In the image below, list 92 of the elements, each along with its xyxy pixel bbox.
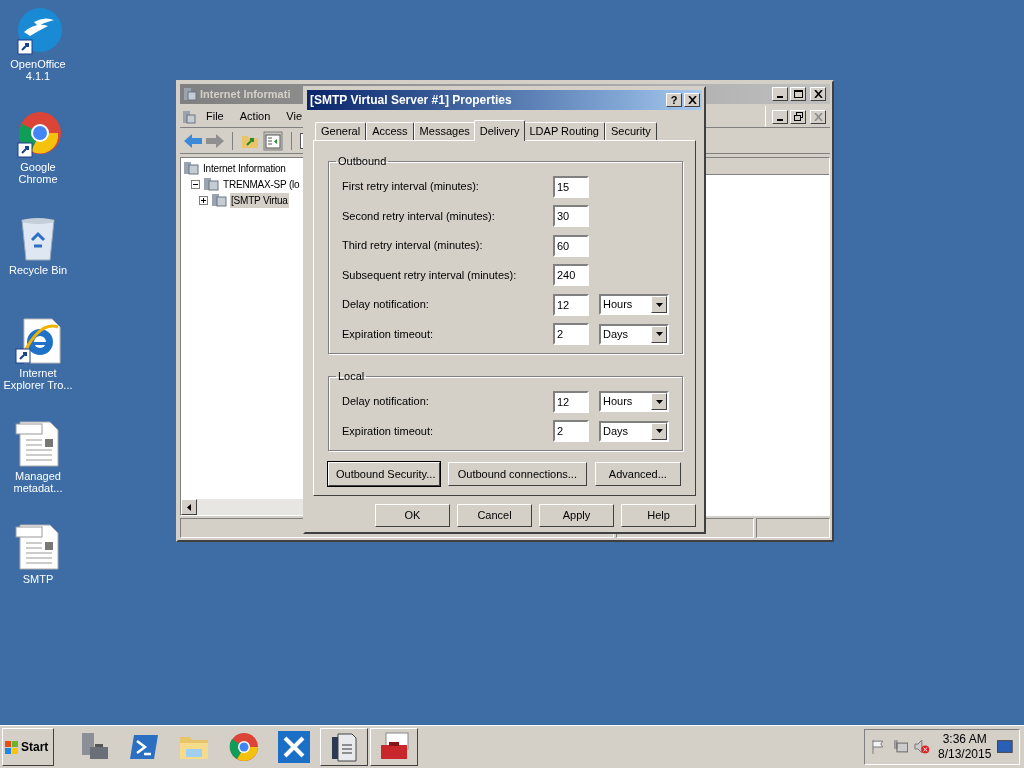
tree-item[interactable]: TRENMAX-SP (lo xyxy=(222,176,301,192)
dialog-button[interactable]: Cancel xyxy=(457,504,532,527)
field-label: Expiration timeout: xyxy=(342,326,435,342)
field-label: Delay notification: xyxy=(342,394,430,410)
close-button[interactable] xyxy=(810,87,826,101)
close-button[interactable] xyxy=(684,93,700,107)
dialog-title: [SMTP Virtual Server #1] Properties xyxy=(310,92,512,109)
collapse-icon[interactable] xyxy=(191,179,200,189)
close-icon xyxy=(813,90,823,98)
number-field[interactable]: 240 xyxy=(553,264,589,286)
desktop-icon-label[interactable]: SMTP xyxy=(0,573,76,585)
number-field[interactable]: 30 xyxy=(553,205,589,227)
unit-dropdown[interactable]: Hours xyxy=(599,391,669,412)
chrome-icon[interactable] xyxy=(228,731,260,763)
dialog-button[interactable]: Help xyxy=(621,504,696,527)
maximize-icon xyxy=(793,90,803,98)
expand-icon[interactable] xyxy=(199,195,208,205)
server-icon xyxy=(183,161,199,175)
close-button[interactable] xyxy=(810,109,826,124)
field-label: Delay notification: xyxy=(342,297,430,313)
speaker-muted-icon[interactable] xyxy=(914,739,930,755)
desktop-icon-label[interactable]: Managed metadat... xyxy=(0,470,76,494)
dialog-button[interactable]: OK xyxy=(375,504,450,527)
number-field[interactable]: 2 xyxy=(553,420,589,442)
dialog-button[interactable]: Apply xyxy=(539,504,614,527)
action-button[interactable]: Outbound connections... xyxy=(448,462,587,486)
openoffice-icon xyxy=(14,8,62,56)
clock-date[interactable]: 8/13/2015 xyxy=(937,747,992,762)
dropdown-arrow-icon xyxy=(655,302,663,307)
field-label: Subsequent retry interval (minutes): xyxy=(342,267,518,283)
start-button[interactable]: Start xyxy=(2,728,54,766)
document-icon xyxy=(14,523,62,571)
field-label: Second retry interval (minutes): xyxy=(342,208,496,224)
internet-explorer-icon xyxy=(14,317,62,365)
network-icon[interactable] xyxy=(892,739,909,755)
tab[interactable]: Delivery xyxy=(473,120,526,141)
desktop-icon-label[interactable]: Internet Explorer Tro... xyxy=(0,367,76,391)
action-button[interactable]: Advanced... xyxy=(594,462,681,486)
number-field[interactable]: 2 xyxy=(553,323,589,345)
window-title: Internet Informati xyxy=(200,86,291,102)
tab[interactable]: Security xyxy=(605,122,657,140)
tree-item[interactable]: Internet Information xyxy=(202,160,287,176)
action-button[interactable]: Outbound Security... xyxy=(328,462,440,486)
field-label: Expiration timeout: xyxy=(342,423,435,439)
minimize-icon xyxy=(777,118,783,121)
group-title: Outbound xyxy=(337,154,388,169)
unit-dropdown[interactable]: Days xyxy=(599,420,669,442)
close-icon xyxy=(687,96,697,104)
close-icon xyxy=(813,112,823,121)
windows-logo-icon xyxy=(5,740,19,754)
number-field[interactable]: 60 xyxy=(553,234,589,257)
menu-item[interactable]: Action xyxy=(233,108,277,125)
server-icon xyxy=(183,87,197,101)
unit-dropdown[interactable]: Days xyxy=(599,323,669,345)
tab[interactable]: Messages xyxy=(413,122,476,140)
tree-item[interactable]: [SMTP Virtua xyxy=(230,192,289,208)
group-title: Local xyxy=(337,369,366,384)
field-label: First retry interval (minutes): xyxy=(342,179,480,195)
scroll-left-button[interactable] xyxy=(181,499,197,515)
tab[interactable]: LDAP Routing xyxy=(523,122,605,140)
server-icon xyxy=(182,109,196,124)
field-label: Third retry interval (minutes): xyxy=(342,238,484,254)
chrome-icon xyxy=(14,111,62,159)
document-icon xyxy=(14,420,62,468)
minimize-button[interactable] xyxy=(772,109,788,124)
desktop-icon-label[interactable]: Recycle Bin xyxy=(0,264,76,276)
minimize-button[interactable] xyxy=(772,87,788,101)
maximize-button[interactable] xyxy=(790,87,806,101)
restore-icon xyxy=(793,112,803,121)
server-icon xyxy=(211,193,227,207)
taskbar-button[interactable] xyxy=(370,728,418,766)
dropdown-arrow-icon xyxy=(655,399,663,404)
show-desktop-icon[interactable] xyxy=(997,740,1013,754)
console-tree-icon[interactable] xyxy=(263,130,283,151)
menu-item[interactable]: File xyxy=(200,108,230,125)
minimize-icon xyxy=(777,96,783,98)
desktop-icon-label[interactable]: Google Chrome xyxy=(0,161,76,185)
clock-time[interactable]: 3:36 AM xyxy=(942,732,987,747)
server-icon xyxy=(203,177,219,191)
left-arrow-icon xyxy=(187,503,191,511)
dropdown-arrow-icon xyxy=(655,332,663,336)
number-field[interactable]: 12 xyxy=(553,293,589,316)
number-field[interactable]: 12 xyxy=(553,390,589,413)
tab[interactable]: General xyxy=(315,122,367,140)
taskbar-button[interactable] xyxy=(320,728,368,766)
unit-dropdown[interactable]: Hours xyxy=(599,294,669,315)
help-button[interactable]: ? xyxy=(666,93,682,107)
tab[interactable]: Access xyxy=(366,122,414,140)
number-field[interactable]: 15 xyxy=(553,175,589,198)
dropdown-arrow-icon xyxy=(655,429,663,433)
restore-button[interactable] xyxy=(790,109,806,124)
desktop-icon-label[interactable]: OpenOffice 4.1.1 xyxy=(0,58,76,82)
